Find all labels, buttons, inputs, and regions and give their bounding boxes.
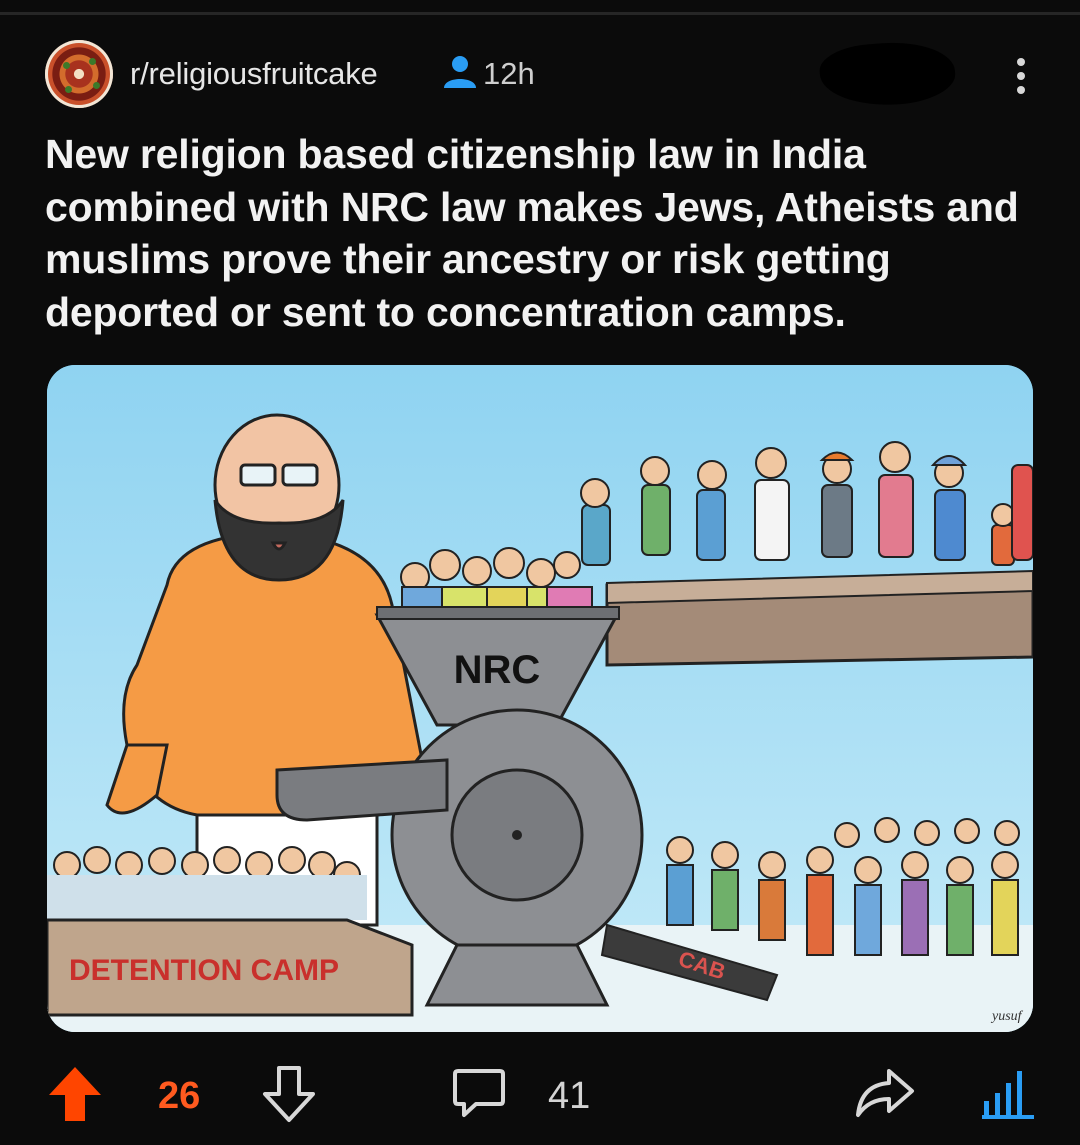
downvote-icon[interactable] <box>262 1065 316 1123</box>
vote-score: 26 <box>158 1075 201 1117</box>
comment-icon[interactable] <box>452 1067 506 1119</box>
sign-label: DETENTION CAMP <box>69 954 339 987</box>
redacted-username <box>818 38 957 110</box>
share-icon[interactable] <box>855 1067 915 1119</box>
artist-signature: yusuf <box>990 1009 1024 1024</box>
stats-icon[interactable] <box>982 1067 1034 1119</box>
post-age: 12h <box>483 56 535 91</box>
subreddit-name[interactable]: r/religiousfruitcake <box>130 56 378 92</box>
user-icon <box>444 56 476 88</box>
cartoon-illustration: NRC CAB yusuf DETENTION CAMP <box>47 365 1033 1032</box>
comment-count: 41 <box>548 1075 591 1117</box>
machine-label: NRC <box>454 648 541 692</box>
more-options-icon[interactable] <box>1015 58 1027 98</box>
post-image[interactable]: NRC CAB yusuf DETENTION CAMP <box>47 365 1033 1032</box>
action-bar: 26 41 <box>0 1055 1080 1135</box>
post-header: r/religiousfruitcake 12h <box>45 38 1045 110</box>
upvote-icon[interactable] <box>47 1065 103 1123</box>
top-divider <box>0 12 1080 15</box>
subreddit-avatar-icon[interactable] <box>45 40 113 108</box>
post-title[interactable]: New religion based citizenship law in In… <box>45 128 1030 338</box>
